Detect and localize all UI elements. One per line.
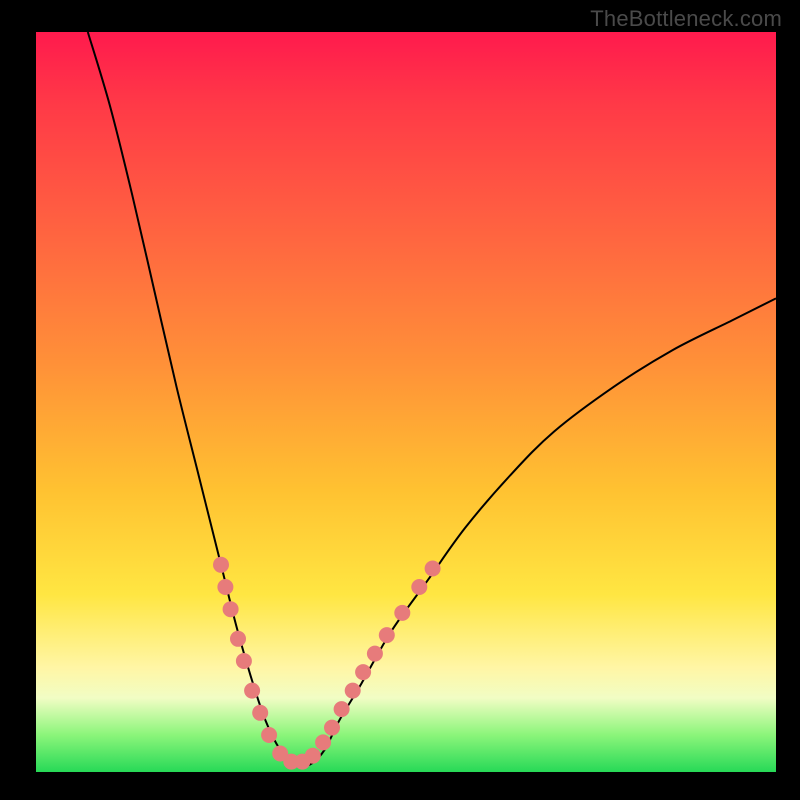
marker-dot — [252, 705, 268, 721]
marker-cluster — [213, 557, 441, 770]
marker-dot — [230, 631, 246, 647]
marker-dot — [261, 727, 277, 743]
marker-dot — [394, 605, 410, 621]
marker-dot — [324, 720, 340, 736]
marker-dot — [244, 683, 260, 699]
marker-dot — [411, 579, 427, 595]
marker-dot — [345, 683, 361, 699]
chart-svg — [36, 32, 776, 772]
marker-dot — [315, 734, 331, 750]
chart-frame: TheBottleneck.com — [0, 0, 800, 800]
bottleneck-curve — [88, 32, 776, 766]
watermark-text: TheBottleneck.com — [590, 6, 782, 32]
marker-dot — [305, 748, 321, 764]
marker-dot — [355, 664, 371, 680]
marker-dot — [223, 601, 239, 617]
marker-dot — [217, 579, 233, 595]
marker-dot — [425, 561, 441, 577]
marker-dot — [236, 653, 252, 669]
marker-dot — [367, 646, 383, 662]
marker-dot — [334, 701, 350, 717]
marker-dot — [379, 627, 395, 643]
plot-area — [36, 32, 776, 772]
marker-dot — [213, 557, 229, 573]
